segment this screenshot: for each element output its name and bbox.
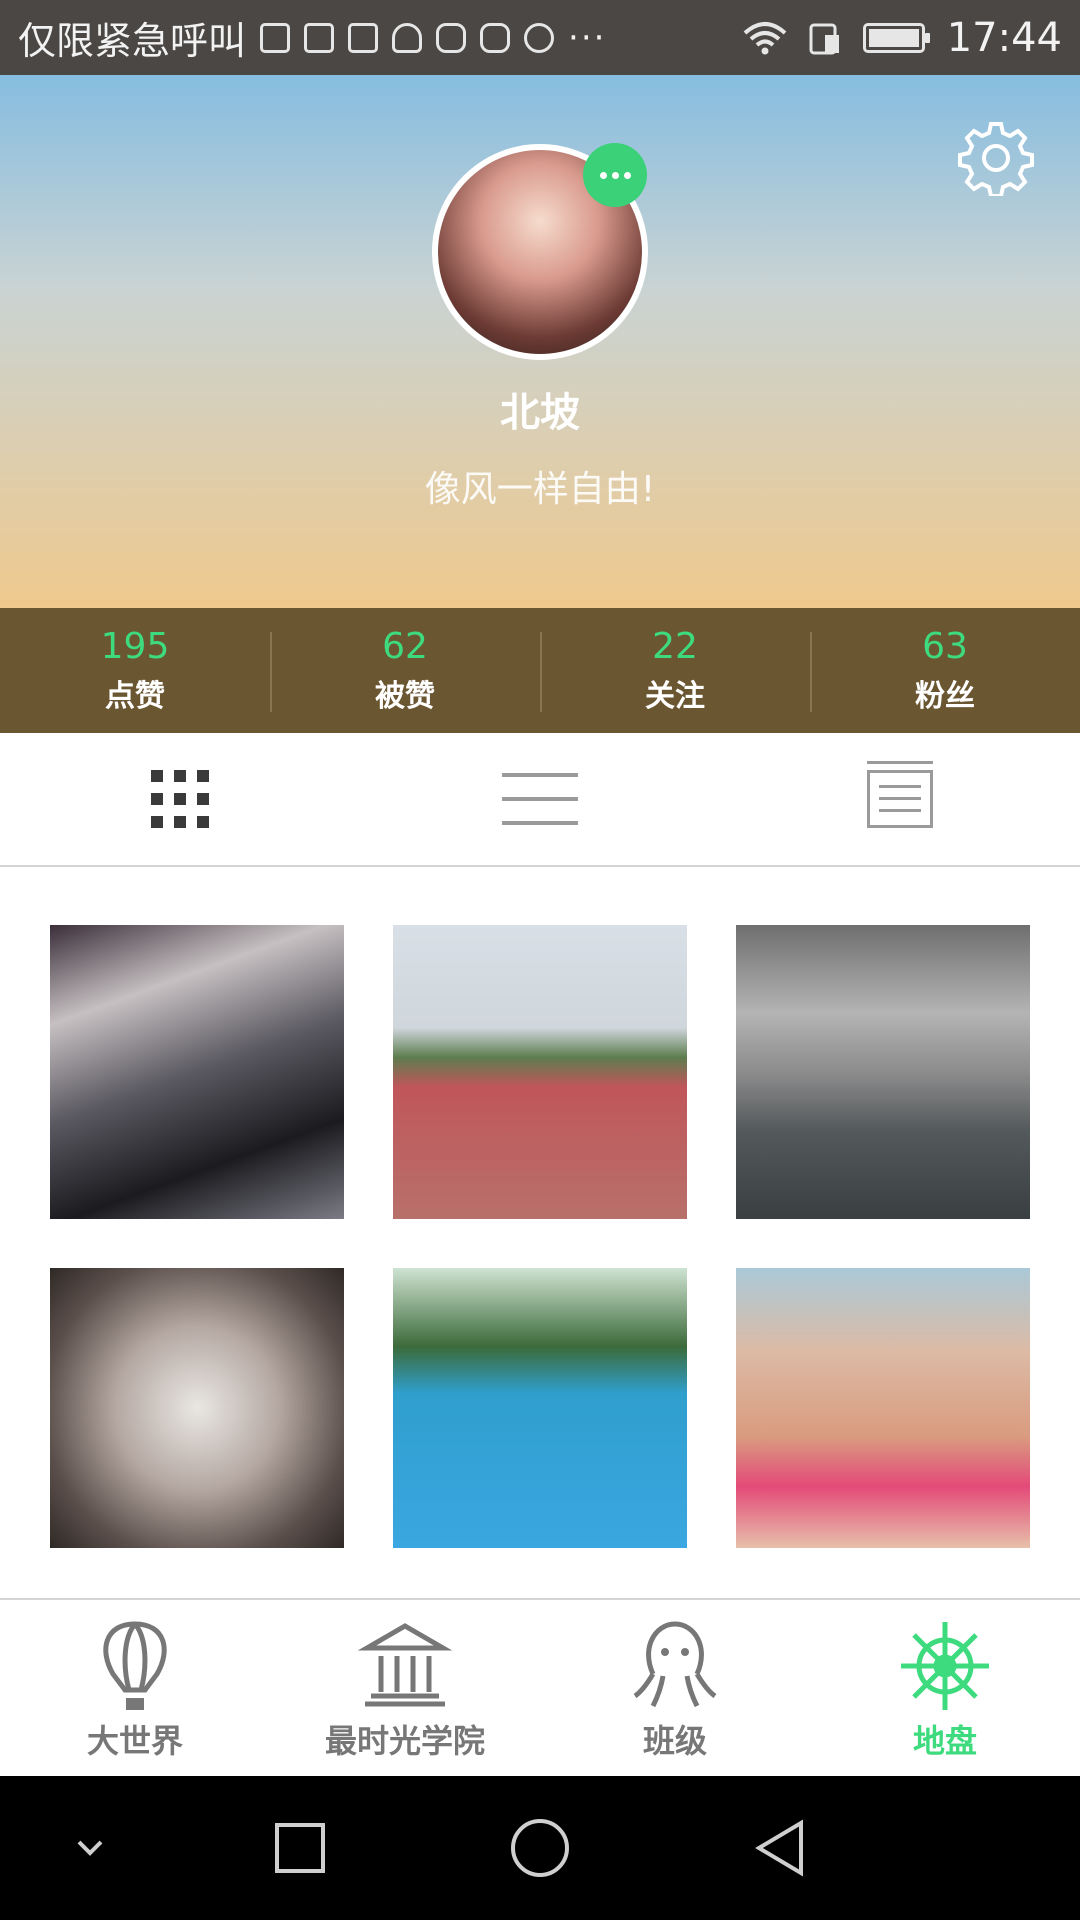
nav-item-academy[interactable]: 最时光学院 [270, 1600, 540, 1778]
stat-label: 关注 [645, 679, 705, 714]
stat-likes-given[interactable]: 195 点赞 [0, 608, 270, 733]
stat-label: 被赞 [375, 679, 435, 714]
settings-gear-icon[interactable] [958, 120, 1034, 196]
stat-label: 粉丝 [915, 679, 975, 714]
grid-view-icon [151, 770, 209, 828]
app-notification-icon [524, 22, 555, 53]
tab-list-view[interactable] [360, 733, 720, 865]
status-bar: 仅限紧急呼叫 ··· 17:44 [0, 0, 1080, 75]
hide-nav-button[interactable] [60, 1776, 120, 1920]
stat-following[interactable]: 22 关注 [540, 608, 810, 733]
upload-icon [260, 22, 291, 53]
more-options-icon[interactable] [583, 143, 647, 207]
bottom-navigation: 大世界 最时光学院 班级 地盘 [0, 1598, 1080, 1778]
nav-label: 大世界 [86, 1722, 183, 1760]
clock-text: 17:44 [946, 14, 1062, 61]
profile-username: 北坡 [500, 390, 580, 436]
home-button[interactable] [500, 1776, 580, 1920]
photo-grid [50, 925, 1031, 1548]
ship-wheel-icon [901, 1622, 989, 1710]
app-notification-icon [436, 22, 467, 53]
stats-bar: 195 点赞 62 被赞 22 关注 63 粉丝 [0, 608, 1080, 733]
wifi-icon [743, 21, 787, 54]
building-icon [357, 1623, 453, 1707]
octopus-icon [633, 1621, 717, 1708]
photo-thumbnail[interactable] [50, 1268, 344, 1548]
hot-air-balloon-icon [103, 1621, 167, 1710]
stat-value: 62 [382, 626, 428, 667]
tab-grid-view[interactable] [0, 733, 360, 865]
back-button[interactable] [740, 1776, 820, 1920]
photo-thumbnail[interactable] [50, 925, 344, 1219]
nav-item-world[interactable]: 大世界 [0, 1600, 270, 1778]
list-view-icon [502, 773, 578, 825]
sim-card-icon [809, 23, 839, 54]
view-mode-tabs [0, 733, 1080, 867]
nav-item-territory[interactable]: 地盘 [810, 1600, 1080, 1778]
photo-thumbnail[interactable] [736, 1268, 1030, 1548]
photo-thumbnail[interactable] [393, 925, 687, 1219]
more-notifications-icon: ··· [568, 17, 607, 58]
carrier-text: 仅限紧急呼叫 [18, 19, 247, 63]
nav-label: 地盘 [912, 1722, 977, 1760]
circle-icon [511, 1819, 569, 1877]
photo-thumbnail[interactable] [736, 925, 1030, 1219]
stat-value: 63 [922, 626, 968, 667]
photo-thumbnail[interactable] [393, 1268, 687, 1548]
system-navigation-bar [0, 1776, 1080, 1920]
battery-icon [862, 22, 930, 53]
image-icon [304, 22, 335, 53]
stat-followers[interactable]: 63 粉丝 [810, 608, 1080, 733]
profile-bio: 像风一样自由! [424, 469, 656, 510]
calendar-view-icon [867, 761, 933, 828]
app-notification-icon [480, 22, 511, 53]
back-triangle-icon [755, 1819, 803, 1877]
recent-apps-button[interactable] [260, 1776, 340, 1920]
chevron-down-icon [77, 1840, 103, 1856]
square-icon [275, 1823, 325, 1873]
stat-value: 22 [652, 626, 698, 667]
nav-label: 班级 [642, 1722, 707, 1760]
nav-label: 最时光学院 [324, 1722, 485, 1760]
stat-label: 点赞 [105, 679, 165, 714]
stat-likes-received[interactable]: 62 被赞 [270, 608, 540, 733]
tab-calendar-view[interactable] [720, 733, 1080, 865]
nav-item-class[interactable]: 班级 [540, 1600, 810, 1778]
weather-icon [392, 22, 423, 53]
stat-value: 195 [100, 626, 170, 667]
keyboard-icon [348, 22, 379, 53]
